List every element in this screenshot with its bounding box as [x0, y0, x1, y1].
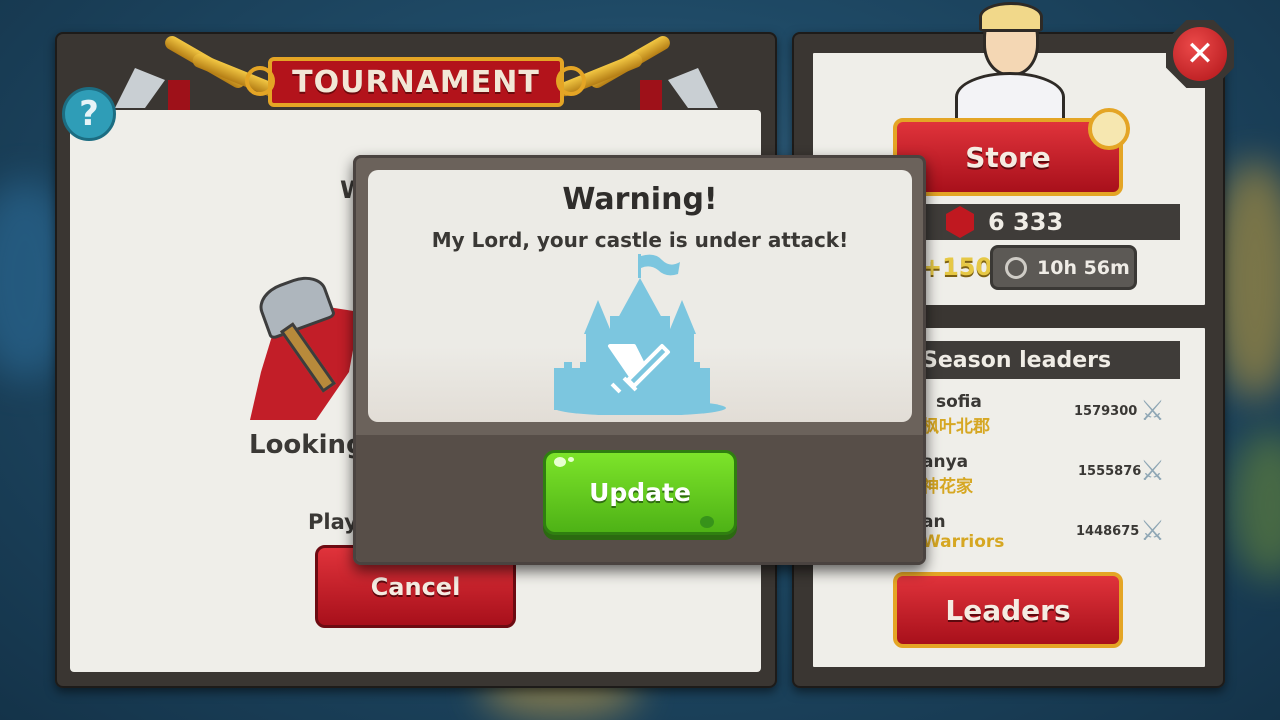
leaders-button-label: Leaders — [945, 593, 1071, 627]
update-label: Update — [589, 478, 691, 507]
tournament-title: TOURNAMENT — [292, 64, 540, 100]
leader-clan: 神花家 — [922, 477, 973, 497]
help-button[interactable]: ? — [62, 87, 116, 141]
cancel-label: Cancel — [370, 572, 461, 601]
crossed-swords-icon: ⚔ — [1140, 454, 1166, 487]
dialog-message: My Lord, your castle is under attack! — [431, 228, 849, 252]
looking-text: Looking — [249, 430, 365, 460]
knot-ornament-icon — [556, 66, 586, 96]
leader-clan: Warriors — [922, 532, 1005, 552]
leader-score: 1555876 — [1078, 464, 1142, 479]
crossed-swords-icon: ⚔ — [1140, 514, 1166, 547]
clock-icon — [1088, 108, 1130, 150]
leader-score: 1448675 — [1076, 524, 1140, 539]
gem-icon — [946, 206, 974, 238]
leader-score: 1579300 — [1074, 404, 1138, 419]
question-mark-icon: ? — [79, 94, 99, 134]
shine-highlight — [554, 457, 566, 467]
leader-row[interactable]: an Warriors 1448675 ⚔ — [918, 512, 1178, 562]
leaders-header: Season leaders — [910, 341, 1180, 379]
store-label: Store — [965, 140, 1051, 174]
knot-ornament-icon — [245, 66, 275, 96]
leaders-button[interactable]: Leaders — [893, 572, 1123, 648]
dialog-title: Warning! — [562, 182, 718, 217]
leader-name: sofia — [936, 392, 982, 412]
gems-bar: 6 333 — [910, 204, 1180, 240]
shine-shadow — [700, 516, 714, 528]
character-cloak-icon — [955, 72, 1065, 122]
character-portrait — [955, 2, 1065, 122]
leader-name: anya — [922, 452, 969, 472]
crossed-swords-icon: ⚔ — [1140, 394, 1166, 427]
gems-value: 6 333 — [988, 208, 1064, 236]
background-blob — [1230, 430, 1280, 580]
flag-icon — [168, 80, 190, 110]
close-button[interactable]: ✕ — [1160, 14, 1240, 94]
timer-clock-icon — [1005, 256, 1027, 279]
play-text: Play — [308, 510, 358, 534]
bonus-value: +150 — [922, 253, 993, 281]
leader-row[interactable]: sofia 枫叶北郡 1579300 ⚔ — [918, 392, 1178, 442]
character-hair-icon — [979, 2, 1043, 32]
timer-badge: 10h 56m — [990, 245, 1137, 290]
leader-clan: 枫叶北郡 — [922, 417, 990, 437]
castle-under-attack-icon — [554, 254, 726, 415]
leader-row[interactable]: anya 神花家 1555876 ⚔ — [918, 452, 1178, 502]
update-button[interactable]: Update — [543, 450, 737, 535]
timer-value: 10h 56m — [1037, 256, 1130, 279]
leaders-title: Season leaders — [922, 347, 1112, 373]
close-icon: ✕ — [1173, 27, 1227, 81]
flag-icon — [640, 80, 662, 110]
tournament-banner: TOURNAMENT — [268, 57, 564, 107]
shine-highlight — [568, 457, 574, 462]
